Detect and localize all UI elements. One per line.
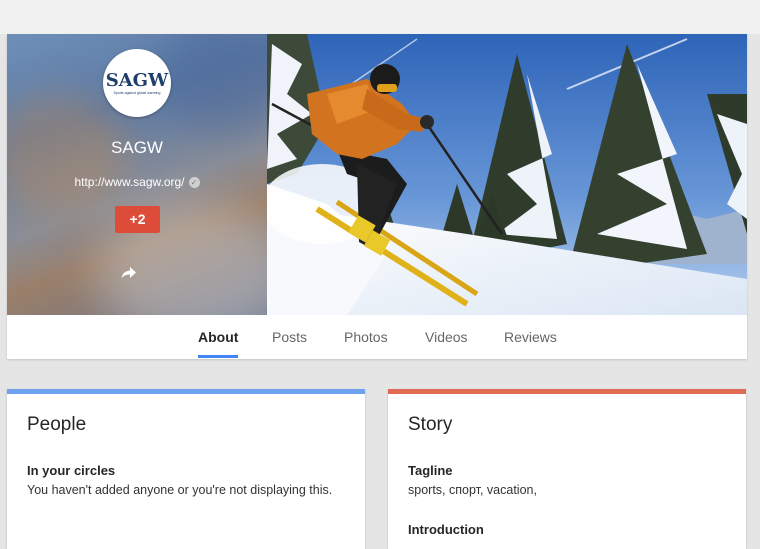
tab-about[interactable]: About (198, 329, 238, 345)
tab-reviews[interactable]: Reviews (504, 329, 557, 345)
background-blur (157, 34, 267, 134)
tab-photos[interactable]: Photos (344, 329, 388, 345)
website-link[interactable]: http://www.sagw.org/ (74, 175, 184, 189)
top-strip (0, 0, 760, 34)
story-card: Story Tagline sports, спорт, vacation, I… (388, 389, 746, 549)
verified-icon: ✓ (188, 177, 200, 188)
active-tab-indicator (198, 355, 238, 358)
section-label: Tagline (408, 463, 453, 478)
tab-bar: About Posts Photos Videos Reviews (7, 315, 747, 359)
website-row: http://www.sagw.org/ ✓ (7, 175, 267, 189)
section-text: sports, спорт, vacation, (408, 483, 537, 497)
section-label: Introduction (408, 522, 484, 537)
card-title: Story (408, 414, 453, 435)
section-label: In your circles (27, 463, 116, 478)
share-icon[interactable] (121, 266, 137, 280)
card-title: People (27, 414, 87, 435)
people-card: People In your circles You haven't added… (7, 389, 365, 549)
tab-posts[interactable]: Posts (272, 329, 307, 345)
tab-videos[interactable]: Videos (425, 329, 468, 345)
cover-photo[interactable] (267, 34, 747, 315)
avatar[interactable]: SAGW Sports against global warming (103, 49, 171, 117)
logo-subtext: Sports against global warming (113, 90, 161, 95)
page-header-card: SAGW Sports against global warming SAGW … (7, 34, 747, 359)
card-accent-bar (388, 389, 746, 394)
logo-text: SAGW (105, 69, 169, 91)
card-accent-bar (7, 389, 365, 394)
plus-one-button[interactable]: +2 (115, 206, 160, 233)
section-text: You haven't added anyone or you're not d… (27, 483, 333, 497)
page-name: SAGW (111, 138, 163, 157)
profile-panel: SAGW Sports against global warming SAGW … (7, 34, 267, 315)
